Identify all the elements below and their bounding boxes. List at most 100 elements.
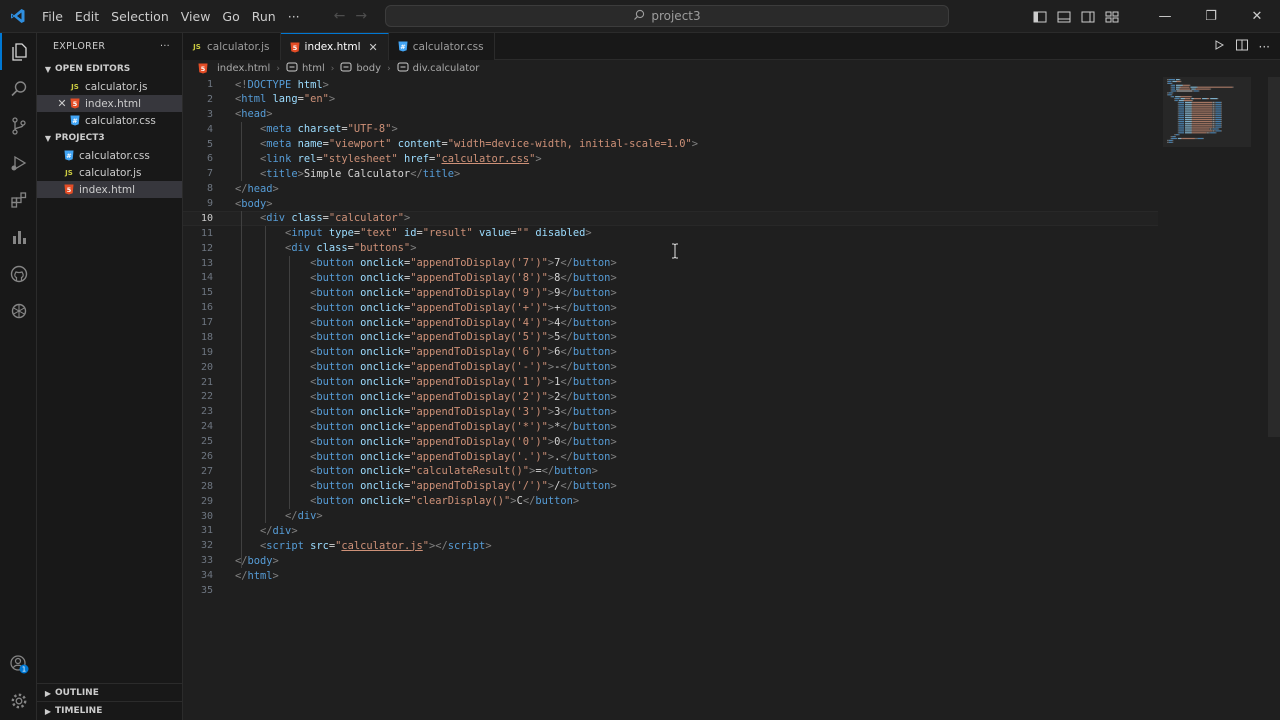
code-line[interactable]: 32 <script src="calculator.js"></script> <box>183 538 1158 553</box>
open-editor-item[interactable]: # calculator.css <box>37 112 182 129</box>
tab-index-html[interactable]: 5 index.html ✕ <box>280 33 389 60</box>
code-line[interactable]: 33</body> <box>183 553 1158 568</box>
svg-text:5: 5 <box>67 186 72 194</box>
code-line[interactable]: 5 <meta name="viewport" content="width=d… <box>183 137 1158 152</box>
code-line[interactable]: 7 <title>Simple Calculator</title> <box>183 166 1158 181</box>
open-editor-item[interactable]: JS calculator.js <box>37 78 182 95</box>
menu-go[interactable]: Go <box>216 0 245 33</box>
open-editor-item[interactable]: ✕ 5 index.html <box>37 95 182 112</box>
explorer-more-button[interactable]: ··· <box>160 41 170 52</box>
code-line[interactable]: 11 <input type="text" id="result" value=… <box>183 226 1158 241</box>
breadcrumb-div[interactable]: div.calculator <box>413 63 480 74</box>
search-activity-icon[interactable] <box>0 70 37 107</box>
code-line[interactable]: 30 </div> <box>183 509 1158 524</box>
code-line[interactable]: 34 </html> <box>183 568 1158 583</box>
code-text: <title>Simple Calculator</title> <box>260 167 461 180</box>
menu-bar: File Edit Selection View Go Run ··· <box>36 0 306 33</box>
code-line[interactable]: 2 <html lang="en"> <box>183 92 1158 107</box>
breadcrumb-body[interactable]: body <box>356 63 381 74</box>
line-number: 25 <box>200 436 213 448</box>
code-line[interactable]: 20 <button onclick="appendToDisplay('-')… <box>183 360 1158 375</box>
customize-layout-icon[interactable] <box>1104 9 1120 25</box>
toggle-panel-icon[interactable] <box>1056 9 1072 25</box>
code-line[interactable]: 14 <button onclick="appendToDisplay('8')… <box>183 270 1158 285</box>
code-line[interactable]: 18 <button onclick="appendToDisplay('5')… <box>183 330 1158 345</box>
code-line[interactable]: 22 <button onclick="appendToDisplay('2')… <box>183 389 1158 404</box>
code-line[interactable]: 13 <button onclick="appendToDisplay('7')… <box>183 256 1158 271</box>
menu-file[interactable]: File <box>36 0 69 33</box>
code-line[interactable]: 12 <div class="buttons"> <box>183 241 1158 256</box>
code-line[interactable]: 29 <button onclick="clearDisplay()">C</b… <box>183 494 1158 509</box>
code-line[interactable]: 6 <link rel="stylesheet" href="calculato… <box>183 151 1158 166</box>
open-editor-label: calculator.css <box>85 114 156 127</box>
tab-calculator-css[interactable]: # calculator.css <box>388 33 495 60</box>
menu-selection[interactable]: Selection <box>105 0 175 33</box>
code-line[interactable]: 21 <button onclick="appendToDisplay('1')… <box>183 375 1158 390</box>
code-editor[interactable]: 1 <!DOCTYPE html> 2 <html lang="en"> 3 <head>… <box>183 77 1280 720</box>
maximize-button[interactable]: ❐ <box>1188 0 1234 33</box>
file-tree-item[interactable]: JS calculator.js <box>37 164 182 181</box>
menu-view[interactable]: View <box>175 0 217 33</box>
ai-chat-icon[interactable] <box>0 292 37 329</box>
run-and-debug-icon[interactable] <box>0 144 37 181</box>
line-number: 23 <box>200 406 213 418</box>
line-number: 20 <box>200 361 213 373</box>
editor-scrollbar[interactable] <box>1268 77 1280 437</box>
code-line[interactable]: 35 <box>183 583 1158 598</box>
code-line[interactable]: 9 <body> <box>183 196 1158 211</box>
run-play-icon[interactable] <box>1213 39 1225 54</box>
menu-more[interactable]: ··· <box>282 0 306 33</box>
minimap[interactable] <box>1163 77 1251 147</box>
close-window-button[interactable]: ✕ <box>1234 0 1280 33</box>
accounts-icon[interactable]: 1 <box>0 645 37 682</box>
minimize-button[interactable]: — <box>1142 0 1188 33</box>
code-line[interactable]: 19 <button onclick="appendToDisplay('6')… <box>183 345 1158 360</box>
toggle-secondary-sidebar-icon[interactable] <box>1080 9 1096 25</box>
menu-edit[interactable]: Edit <box>69 0 105 33</box>
outline-section[interactable]: ▶ OUTLINE <box>37 683 183 702</box>
forward-arrow-icon[interactable]: → <box>355 8 367 24</box>
file-tree-item[interactable]: 5 index.html <box>37 181 182 198</box>
more-actions-icon[interactable]: ··· <box>1259 40 1270 54</box>
code-text: <button onclick="appendToDisplay('+')">+… <box>310 301 617 314</box>
code-line[interactable]: 23 <button onclick="appendToDisplay('3')… <box>183 404 1158 419</box>
code-text: <body> <box>235 197 273 210</box>
code-line[interactable]: 8 </head> <box>183 181 1158 196</box>
close-tab-icon[interactable]: ✕ <box>369 41 378 54</box>
code-line[interactable]: 27 <button onclick="calculateResult()">=… <box>183 464 1158 479</box>
tab-calculator-js[interactable]: JS calculator.js <box>183 33 281 60</box>
open-editors-section[interactable]: ▼ OPEN EDITORS <box>37 60 182 78</box>
timeline-section[interactable]: ▶ TIMELINE <box>37 701 183 720</box>
command-center-search[interactable]: project3 <box>385 5 949 27</box>
code-line[interactable]: 3 <head> <box>183 107 1158 122</box>
code-line[interactable]: 31 </div> <box>183 523 1158 538</box>
explorer-icon[interactable] <box>0 33 37 70</box>
code-line[interactable]: 26 <button onclick="appendToDisplay('.')… <box>183 449 1158 464</box>
back-arrow-icon[interactable]: ← <box>334 8 346 24</box>
breadcrumb-html[interactable]: html <box>302 63 325 74</box>
code-line[interactable]: 15 <button onclick="appendToDisplay('9')… <box>183 285 1158 300</box>
line-number: 9 <box>206 198 213 210</box>
code-line[interactable]: 25 <button onclick="appendToDisplay('0')… <box>183 434 1158 449</box>
github-icon[interactable] <box>0 255 37 292</box>
menu-run[interactable]: Run <box>246 0 282 33</box>
open-editors-label: OPEN EDITORS <box>55 64 131 74</box>
line-number: 29 <box>200 495 213 507</box>
code-line[interactable]: 4 <meta charset="UTF-8"> <box>183 122 1158 137</box>
split-editor-icon[interactable] <box>1235 38 1249 55</box>
file-tree-item[interactable]: # calculator.css <box>37 147 182 164</box>
code-line[interactable]: 1 <!DOCTYPE html> <box>183 77 1158 92</box>
settings-gear-icon[interactable] <box>0 682 37 719</box>
breadcrumb-file[interactable]: index.html <box>217 63 270 74</box>
code-line[interactable]: 28 <button onclick="appendToDisplay('/')… <box>183 479 1158 494</box>
code-line[interactable]: 16 <button onclick="appendToDisplay('+')… <box>183 300 1158 315</box>
code-line[interactable]: 24 <button onclick="appendToDisplay('*')… <box>183 419 1158 434</box>
toggle-primary-sidebar-icon[interactable] <box>1032 9 1048 25</box>
charts-icon[interactable] <box>0 218 37 255</box>
close-editor-icon[interactable]: ✕ <box>55 97 69 110</box>
extensions-icon[interactable] <box>0 181 37 218</box>
source-control-icon[interactable] <box>0 107 37 144</box>
code-line[interactable]: 17 <button onclick="appendToDisplay('4')… <box>183 315 1158 330</box>
code-line[interactable]: 10 <div class="calculator"> <box>183 210 1158 226</box>
project-folder-section[interactable]: ▼ PROJECT3 <box>37 129 182 147</box>
